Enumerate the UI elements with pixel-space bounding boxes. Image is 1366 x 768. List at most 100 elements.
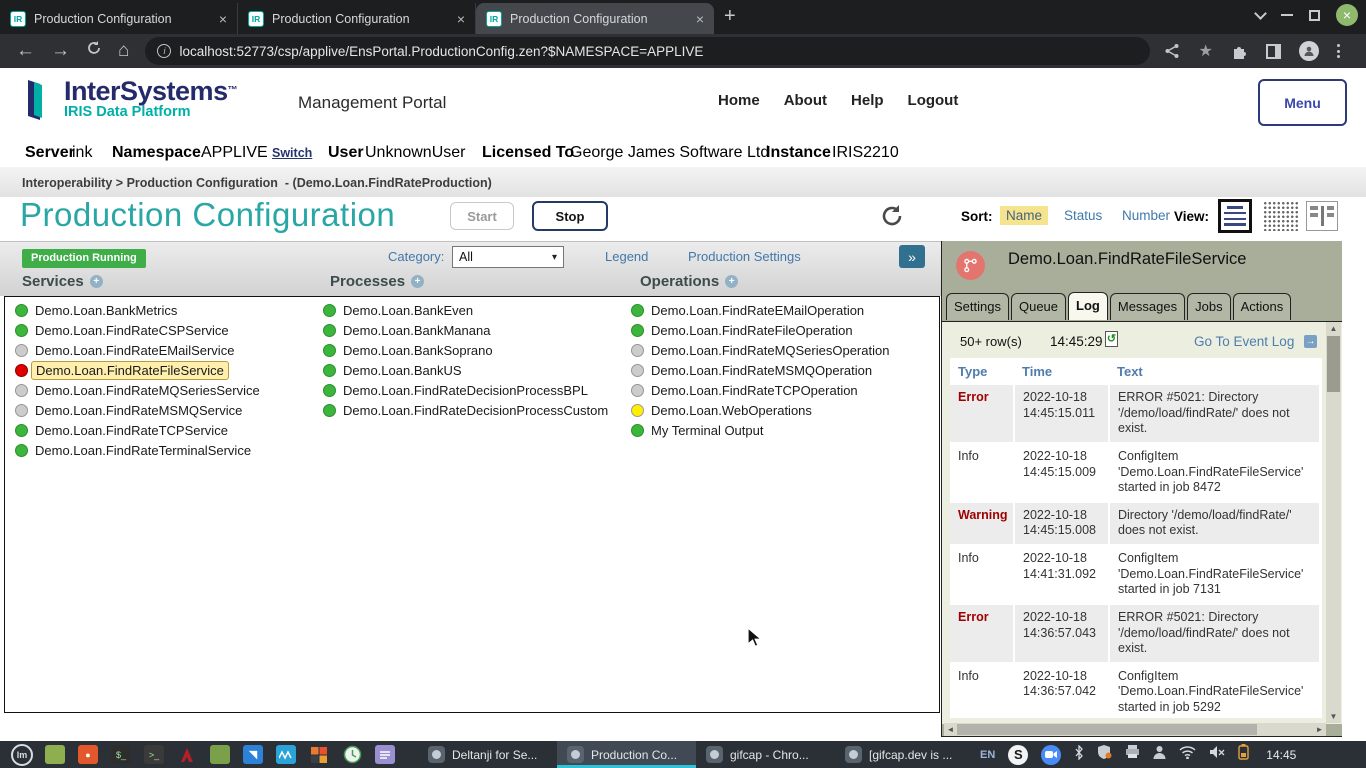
side-panel-icon[interactable] — [1266, 44, 1281, 59]
profile-avatar[interactable] — [1299, 41, 1319, 61]
stop-button[interactable]: Stop — [532, 201, 608, 231]
tab-messages[interactable]: Messages — [1110, 293, 1185, 320]
printer-icon[interactable] — [1125, 745, 1140, 764]
tab-close-icon[interactable]: × — [457, 11, 465, 27]
scroll-up-icon[interactable]: ▲ — [1326, 322, 1341, 335]
breadcrumb-root-link[interactable]: Interoperability — [22, 176, 112, 190]
panel-vertical-scrollbar[interactable]: ▲ ▼ — [1326, 322, 1341, 723]
window-maximize-button[interactable] — [1309, 10, 1320, 21]
nav-about-link[interactable]: About — [784, 92, 827, 109]
tab-actions[interactable]: Actions — [1233, 293, 1292, 320]
new-tab-button[interactable]: + — [724, 5, 736, 28]
scroll-down-icon[interactable]: ▼ — [1326, 710, 1341, 723]
list-item[interactable]: Demo.Loan.FindRateTCPService — [15, 420, 260, 440]
list-item[interactable]: Demo.Loan.FindRateMSMQOperation — [631, 360, 889, 380]
tab-settings[interactable]: Settings — [946, 293, 1009, 320]
tab-close-icon[interactable]: × — [219, 11, 227, 27]
sort-option-status[interactable]: Status — [1058, 206, 1108, 225]
terminal-icon[interactable]: >_ — [144, 745, 164, 764]
address-bar[interactable]: i localhost:52773/csp/applive/EnsPortal.… — [145, 37, 1150, 65]
sort-option-number[interactable]: Number — [1116, 206, 1176, 225]
taskbar-window-gifcap[interactable]: gifcap - Chro... — [696, 741, 835, 768]
browser-menu-icon[interactable] — [1337, 44, 1340, 58]
window-close-button[interactable]: × — [1336, 4, 1358, 26]
list-item[interactable]: Demo.Loan.FindRateTCPOperation — [631, 380, 889, 400]
list-item[interactable]: Demo.Loan.FindRateDecisionProcessCustom — [323, 400, 608, 420]
list-item[interactable]: Demo.Loan.FindRateEMailOperation — [631, 300, 889, 320]
site-info-icon[interactable]: i — [157, 44, 171, 58]
list-item[interactable]: Demo.Loan.WebOperations — [631, 400, 889, 420]
orange-app-icon[interactable]: ● — [78, 745, 98, 764]
go-to-arrow-icon[interactable]: → — [1304, 335, 1317, 348]
extensions-puzzle-icon[interactable] — [1231, 43, 1248, 60]
wifi-icon[interactable] — [1179, 746, 1196, 764]
menu-button[interactable]: Menu — [1258, 79, 1347, 126]
wave-app-icon[interactable] — [276, 745, 296, 764]
list-item[interactable]: Demo.Loan.BankManana — [323, 320, 608, 340]
forward-icon[interactable]: → — [51, 40, 70, 62]
skype-icon[interactable]: S — [1008, 745, 1028, 765]
user-status-icon[interactable] — [1153, 745, 1166, 764]
tab-log[interactable]: Log — [1068, 292, 1108, 320]
notes-app-icon[interactable] — [375, 745, 395, 764]
list-item[interactable]: Demo.Loan.BankEven — [323, 300, 608, 320]
refresh-icon[interactable] — [879, 203, 905, 234]
terminal-icon[interactable]: $_ — [111, 745, 131, 764]
list-item[interactable]: Demo.Loan.FindRateDecisionProcessBPL — [323, 380, 608, 400]
switch-namespace-link[interactable]: Switch — [272, 146, 312, 160]
list-item-selected[interactable]: Demo.Loan.FindRateFileService — [15, 360, 260, 380]
production-settings-link[interactable]: Production Settings — [688, 249, 801, 264]
bookmark-star-icon[interactable]: ★ — [1198, 41, 1212, 61]
scroll-left-icon[interactable]: ◄ — [944, 725, 957, 734]
list-item[interactable]: Demo.Loan.FindRateMSMQService — [15, 400, 260, 420]
tab-queue[interactable]: Queue — [1011, 293, 1066, 320]
files-app-icon[interactable] — [45, 745, 65, 764]
red-app-icon[interactable] — [176, 744, 198, 766]
scroll-thumb[interactable] — [957, 724, 1257, 735]
language-indicator[interactable]: EN — [980, 749, 995, 761]
list-item[interactable]: Demo.Loan.BankUS — [323, 360, 608, 380]
tab-jobs[interactable]: Jobs — [1187, 293, 1230, 320]
list-item[interactable]: Demo.Loan.FindRateMQSeriesOperation — [631, 340, 889, 360]
view-list-icon[interactable] — [1218, 199, 1252, 233]
add-process-icon[interactable]: + — [411, 275, 424, 288]
list-item[interactable]: Demo.Loan.FindRateCSPService — [15, 320, 260, 340]
zoom-camera-icon[interactable] — [1041, 745, 1061, 765]
list-item[interactable]: Demo.Loan.BankMetrics — [15, 300, 260, 320]
view-grid-icon[interactable] — [1263, 201, 1299, 231]
taskbar-window-production-active[interactable]: Production Co... — [557, 741, 696, 768]
back-icon[interactable]: ← — [16, 40, 35, 62]
tab-close-icon[interactable]: × — [696, 11, 704, 27]
category-select[interactable]: All ▾ — [452, 246, 564, 268]
nav-help-link[interactable]: Help — [851, 92, 884, 109]
scroll-thumb[interactable] — [1327, 336, 1340, 392]
scroll-right-icon[interactable]: ► — [1313, 725, 1326, 734]
start-button[interactable]: Start — [450, 202, 514, 230]
add-service-icon[interactable]: + — [90, 275, 103, 288]
browser-tab-2[interactable]: IR Production Configuration × — [238, 3, 476, 34]
window-minimize-button[interactable] — [1281, 14, 1293, 16]
calculator-icon[interactable] — [308, 744, 330, 766]
shield-icon[interactable] — [1097, 744, 1112, 765]
list-item[interactable]: Demo.Loan.FindRateFileOperation — [631, 320, 889, 340]
folder-icon[interactable] — [210, 745, 230, 764]
list-item[interactable]: Demo.Loan.FindRateMQSeriesService — [15, 380, 260, 400]
nav-home-link[interactable]: Home — [718, 92, 760, 109]
go-to-event-log-link[interactable]: Go To Event Log — [1194, 334, 1294, 349]
home-icon[interactable]: ⌂ — [118, 40, 129, 62]
expand-panel-button[interactable]: » — [899, 245, 925, 268]
list-item[interactable]: Demo.Loan.FindRateEMailService — [15, 340, 260, 360]
reload-icon[interactable] — [86, 40, 102, 62]
browser-tab-3-active[interactable]: IR Production Configuration × — [476, 3, 714, 34]
bluetooth-icon[interactable] — [1074, 745, 1084, 765]
panel-horizontal-scrollbar[interactable]: ◄ ► — [944, 723, 1326, 736]
add-operation-icon[interactable]: + — [725, 275, 738, 288]
tab-search-chevron-icon[interactable] — [1254, 7, 1267, 20]
log-refresh-icon[interactable]: ↺ — [1105, 331, 1118, 347]
list-item[interactable]: Demo.Loan.BankSoprano — [323, 340, 608, 360]
list-item[interactable]: Demo.Loan.FindRateTerminalService — [15, 440, 260, 460]
mint-menu-button[interactable]: lm — [11, 744, 33, 766]
legend-link[interactable]: Legend — [605, 249, 648, 264]
browser-tab-1[interactable]: IR Production Configuration × — [0, 3, 238, 34]
view-split-icon[interactable] — [1306, 201, 1338, 231]
